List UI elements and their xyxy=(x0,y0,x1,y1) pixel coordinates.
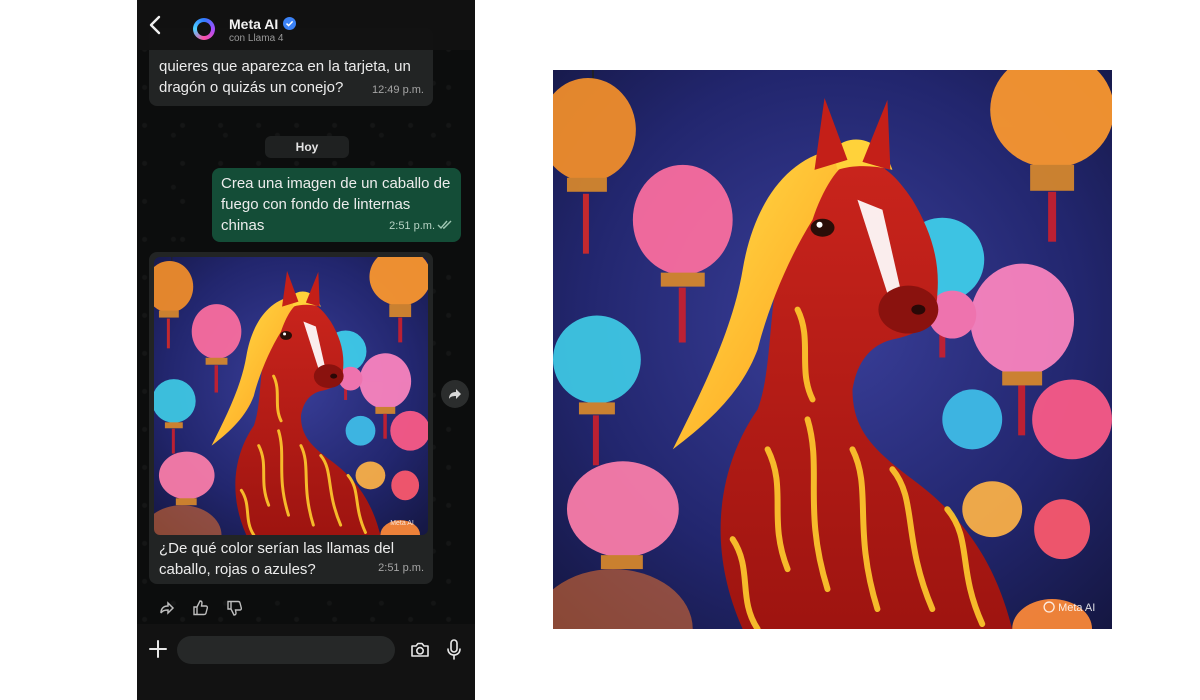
message-input[interactable] xyxy=(177,636,395,664)
message-time: 2:51 p.m. xyxy=(378,562,424,574)
watermark: Meta AI xyxy=(390,520,414,527)
back-arrow-icon[interactable] xyxy=(143,12,169,38)
plus-icon[interactable] xyxy=(147,638,169,660)
message-incoming-image[interactable]: Meta AI ¿De qué color serían las llamas … xyxy=(149,252,433,584)
chat-header: Meta AI con Llama 4 xyxy=(137,0,475,50)
contact-name[interactable]: Meta AI xyxy=(229,16,278,32)
meta-ai-avatar[interactable] xyxy=(193,18,215,40)
verified-badge-icon xyxy=(283,17,296,30)
message-outgoing[interactable]: Crea una imagen de un caballo de fuego c… xyxy=(212,168,461,242)
camera-icon[interactable] xyxy=(409,639,431,661)
thumbs-down-icon[interactable] xyxy=(225,598,245,618)
fire-horse-image-thumbnail[interactable]: Meta AI xyxy=(154,257,428,535)
message-time: 12:49 p.m. xyxy=(372,84,424,96)
day-separator: Hoy xyxy=(265,136,349,158)
thumbs-up-icon[interactable] xyxy=(191,598,211,618)
composer-bar xyxy=(137,624,475,700)
fire-horse-image-large: Meta AI xyxy=(553,70,1112,629)
forward-icon[interactable] xyxy=(157,598,177,618)
phone-screen: quieres que aparezca en la tarjeta, un d… xyxy=(137,0,475,700)
watermark: Meta AI xyxy=(1058,602,1095,614)
contact-subtitle: con Llama 4 xyxy=(229,33,284,44)
forward-share-icon[interactable] xyxy=(441,380,469,408)
microphone-icon[interactable] xyxy=(443,638,465,662)
double-check-icon xyxy=(437,215,453,236)
message-time: 2:51 p.m. xyxy=(389,220,435,232)
